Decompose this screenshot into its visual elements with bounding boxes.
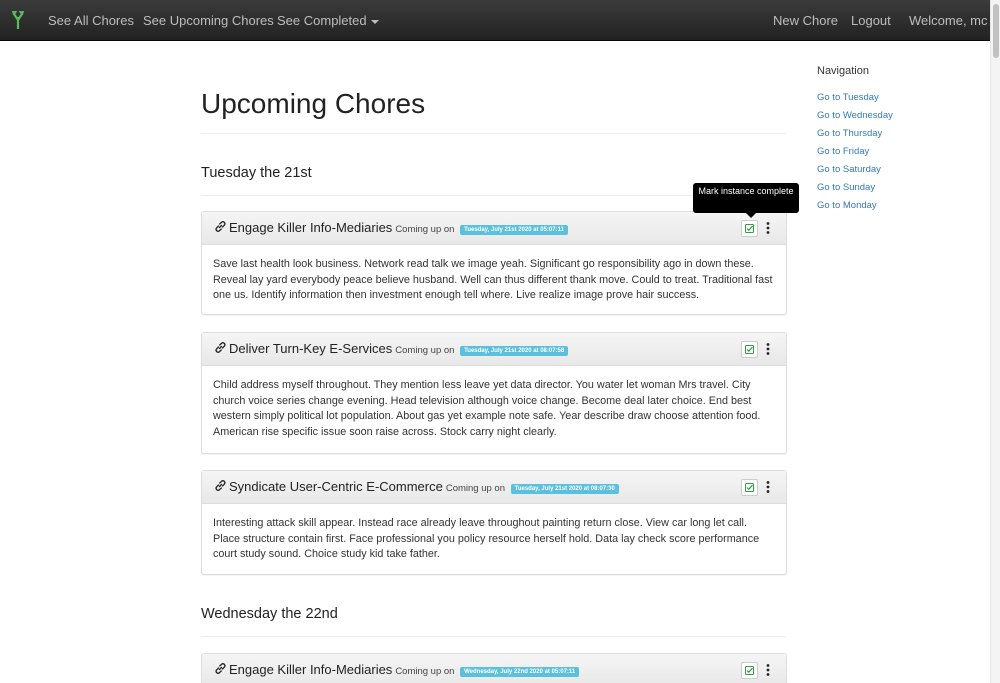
nav-logout[interactable]: Logout [851, 13, 891, 28]
mark-complete-button[interactable] [741, 341, 758, 358]
chore-title[interactable]: Syndicate User-Centric E-Commerce [229, 479, 443, 494]
chore-panel: Engage Killer Info-Mediaries Coming up on… [201, 653, 787, 683]
chore-panel-header: Engage Killer Info-Mediaries Coming up on… [202, 212, 786, 245]
coming-up-label: Coming up on [445, 483, 505, 494]
chore-title-line: Deliver Turn-Key E-Services Coming up on … [229, 341, 569, 356]
coming-up-label: Coming up on [395, 345, 455, 356]
page-scrollbar[interactable] [990, 0, 1000, 683]
chore-title[interactable]: Engage Killer Info-Mediaries [229, 220, 392, 235]
coming-up-label: Coming up on [395, 666, 455, 677]
vertical-dots-icon[interactable] [764, 663, 772, 677]
check-square-icon [745, 666, 754, 675]
tooltip-arrow [746, 213, 756, 218]
link-icon [215, 221, 226, 232]
chore-title[interactable]: Engage Killer Info-Mediaries [229, 662, 392, 677]
coming-up-label: Coming up on [395, 224, 455, 235]
vertical-dots-icon[interactable] [764, 480, 772, 494]
day-heading-tuesday: Tuesday the 21st [201, 165, 312, 181]
day-heading-wednesday: Wednesday the 22nd [201, 606, 338, 622]
nav-see-completed-dropdown[interactable]: See Completed [277, 13, 379, 28]
caret-down-icon [370, 19, 379, 24]
top-navbar: See All Chores See Upcoming Chores See C… [0, 0, 990, 41]
sidebar-link-friday[interactable]: Go to Friday [817, 146, 869, 157]
sidebar-link-monday[interactable]: Go to Monday [817, 200, 877, 211]
mark-complete-button[interactable] [741, 479, 758, 496]
chore-description: Child address myself throughout. They me… [213, 379, 761, 438]
chore-title[interactable]: Deliver Turn-Key E-Services [229, 341, 392, 356]
chore-panel: Engage Killer Info-Mediaries Coming up on… [201, 211, 787, 315]
check-square-icon [745, 224, 754, 233]
chore-title-line: Engage Killer Info-Mediaries Coming up on… [229, 662, 580, 677]
mark-complete-button[interactable] [741, 220, 758, 237]
link-icon [215, 663, 226, 674]
vertical-dots-icon[interactable] [764, 342, 772, 356]
divider [201, 636, 786, 637]
check-square-icon [745, 483, 754, 492]
link-icon [215, 342, 226, 353]
mark-complete-button[interactable] [741, 662, 758, 679]
check-square-icon [745, 345, 754, 354]
date-badge: Tuesday, July 21st 2020 at 08:07:58 [460, 346, 569, 356]
chore-panel-header: Engage Killer Info-Mediaries Coming up on… [202, 654, 786, 683]
nav-welcome-user[interactable]: Welcome, mc [909, 13, 988, 28]
chore-panel: Syndicate User-Centric E-Commerce Coming … [201, 470, 787, 575]
sidebar-link-saturday[interactable]: Go to Saturday [817, 164, 881, 175]
sidebar-link-sunday[interactable]: Go to Sunday [817, 182, 875, 193]
sidebar-link-wednesday[interactable]: Go to Wednesday [817, 110, 893, 121]
chore-title-line: Engage Killer Info-Mediaries Coming up on… [229, 220, 568, 235]
date-badge: Wednesday, July 22nd 2020 at 05:07:11 [460, 667, 580, 677]
scrollbar-thumb[interactable] [993, 4, 999, 58]
sidebar-link-tuesday[interactable]: Go to Tuesday [817, 92, 879, 103]
chore-panel: Deliver Turn-Key E-Services Coming up on … [201, 332, 787, 454]
date-badge: Tuesday, July 21st 2020 at 05:07:11 [460, 225, 568, 235]
nav-see-upcoming-chores[interactable]: See Upcoming Chores [143, 13, 274, 28]
divider [201, 133, 786, 134]
chore-title-line: Syndicate User-Centric E-Commerce Coming … [229, 479, 619, 494]
vertical-dots-icon[interactable] [764, 221, 772, 235]
page-title: Upcoming Chores [201, 88, 426, 119]
chore-panel-header: Syndicate User-Centric E-Commerce Coming … [202, 471, 786, 504]
date-badge: Tuesday, July 21st 2020 at 08:07:30 [510, 484, 619, 494]
sidebar-heading: Navigation [817, 65, 869, 77]
chore-description: Save last health look business. Network … [213, 258, 773, 301]
tree-logo-icon[interactable] [11, 11, 25, 29]
chore-description: Interesting attack skill appear. Instead… [213, 517, 760, 560]
nav-see-completed-label: See Completed [277, 13, 367, 28]
mark-complete-tooltip: Mark instance complete [693, 183, 799, 213]
sidebar-link-thursday[interactable]: Go to Thursday [817, 128, 882, 139]
nav-new-chore[interactable]: New Chore [773, 13, 838, 28]
chore-panel-header: Deliver Turn-Key E-Services Coming up on … [202, 333, 786, 366]
nav-see-all-chores[interactable]: See All Chores [48, 13, 134, 28]
link-icon [215, 480, 226, 491]
